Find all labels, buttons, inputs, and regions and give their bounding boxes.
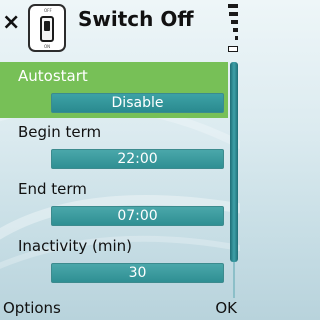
setting-inactivity[interactable]: Inactivity (min) 30 (0, 232, 228, 289)
setting-label: Begin term (18, 123, 102, 141)
settings-list: Autostart Disable Begin term 22:00 End t… (0, 62, 228, 289)
signal-strength-icon (228, 2, 238, 52)
scrollbar[interactable] (230, 62, 238, 298)
icon-label-on: ON (44, 44, 51, 49)
setting-end-term[interactable]: End term 07:00 (0, 175, 228, 232)
close-icon[interactable]: × (2, 8, 24, 38)
setting-value[interactable]: Disable (51, 93, 224, 113)
ok-softkey[interactable]: OK (215, 298, 237, 318)
switch-knob (40, 16, 54, 42)
setting-value[interactable]: 07:00 (51, 206, 224, 226)
header: × OFF ON Switch Off (0, 0, 240, 58)
setting-label: End term (18, 180, 87, 198)
setting-value[interactable]: 30 (51, 263, 224, 283)
options-softkey[interactable]: Options (3, 298, 61, 318)
page-title: Switch Off (78, 7, 194, 31)
softkey-bar: Options OK (0, 296, 240, 320)
switch-app-icon: OFF ON (28, 4, 66, 52)
scroll-thumb[interactable] (230, 62, 238, 262)
setting-label: Autostart (18, 67, 88, 85)
setting-begin-term[interactable]: Begin term 22:00 (0, 118, 228, 175)
icon-label-off: OFF (44, 8, 52, 13)
setting-value[interactable]: 22:00 (51, 149, 224, 169)
setting-label: Inactivity (min) (18, 237, 132, 255)
setting-autostart[interactable]: Autostart Disable (0, 62, 228, 118)
